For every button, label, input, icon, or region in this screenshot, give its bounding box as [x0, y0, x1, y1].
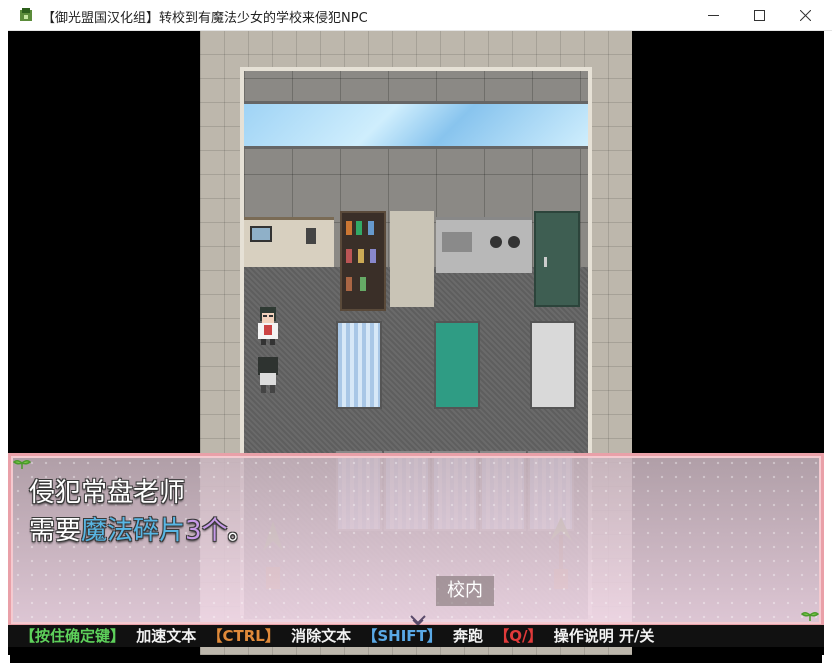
locker — [534, 211, 580, 307]
curtain-bed — [336, 321, 382, 409]
locker-handle-icon — [544, 257, 547, 267]
help-shift-key: 【SHIFT】 — [362, 627, 442, 645]
help-speed-text: 加速文本 — [136, 627, 197, 645]
item-count: 3个 — [185, 516, 228, 546]
item-name: 魔法碎片 — [81, 516, 186, 546]
help-ctrl-key: 【CTRL】 — [207, 627, 280, 645]
minimize-button[interactable] — [690, 0, 736, 31]
maximize-icon — [753, 10, 765, 21]
help-hide-text: 消除文本 — [291, 627, 352, 645]
help-confirm-key: 【按住确定键】 — [20, 627, 126, 645]
computer-icon — [250, 226, 316, 244]
bottles-icon — [346, 221, 376, 291]
help-toggle-instructions: 操作说明 开/关 — [553, 627, 655, 645]
sink-stove — [436, 217, 532, 273]
window-strip — [244, 101, 588, 149]
close-icon — [799, 10, 811, 21]
minimize-icon — [707, 15, 719, 16]
location-label: 校内 — [436, 576, 494, 606]
medicine-shelf — [340, 211, 386, 311]
sprout-icon — [801, 611, 819, 621]
green-bed — [434, 321, 480, 409]
sprout-icon — [13, 459, 31, 469]
help-run: 奔跑 — [453, 627, 484, 645]
controls-help-bar: 【按住确定键】 加速文本 【CTRL】 消除文本 【SHIFT】 奔跑 【Q/】… — [8, 625, 824, 647]
message-window[interactable]: 侵犯常盘老师 需要魔法碎片3个。 校内 — [8, 453, 824, 627]
dialog-line-2: 需要魔法碎片3个。 — [29, 510, 254, 547]
stove-icon — [442, 232, 520, 252]
dialog-text-prefix: 需要 — [29, 516, 82, 546]
hospital-bed — [530, 321, 576, 409]
player-sprite[interactable] — [254, 353, 282, 393]
window-title: 【御光盟国汉化组】转校到有魔法少女的学校来侵犯NPC — [42, 11, 368, 26]
maximize-button[interactable] — [736, 0, 782, 31]
desk-counter — [244, 217, 334, 267]
dialog-text-suffix: 。 — [227, 516, 254, 546]
close-button[interactable] — [782, 0, 828, 31]
game-viewport[interactable]: 侵犯常盘老师 需要魔法碎片3个。 校内 — [8, 31, 824, 655]
npc-teacher-sprite[interactable] — [254, 305, 282, 345]
app-icon — [20, 8, 32, 21]
glass-cabinet — [390, 211, 434, 307]
help-q-key: 【Q/】 — [494, 627, 543, 645]
window-titlebar: 【御光盟国汉化组】转校到有魔法少女的学校来侵犯NPC — [8, 0, 832, 31]
dialog-line-1: 侵犯常盘老师 — [29, 478, 186, 508]
